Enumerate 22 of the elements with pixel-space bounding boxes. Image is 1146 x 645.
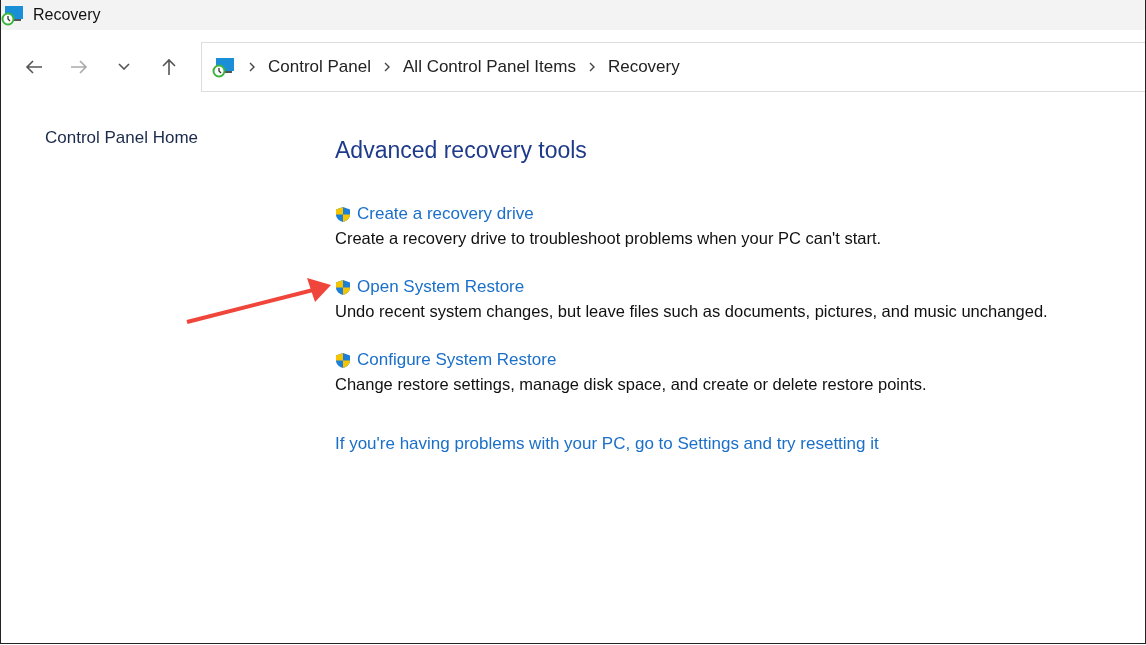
settings-link[interactable]: If you're having problems with your PC, go to Settings and try resetting it — [335, 434, 1048, 454]
address-bar[interactable]: Control Panel All Control Panel Items Recovery — [201, 41, 1145, 92]
shield-icon — [335, 205, 351, 223]
shield-icon — [335, 351, 351, 369]
task-description: Change restore settings, manage disk space, and create or delete restore points. — [335, 375, 928, 394]
chevron-icon — [383, 60, 391, 73]
task-link[interactable]: Create a recovery drive — [357, 204, 534, 224]
task-description: Undo recent system changes, but leave files such as documents, pictures, and music unchanged. — [335, 302, 1048, 321]
task-link[interactable]: Configure System Restore — [357, 350, 557, 370]
shield-icon — [335, 278, 351, 296]
breadcrumb-item[interactable]: Control Panel — [268, 56, 371, 77]
breadcrumb-item[interactable]: All Control Panel Items — [403, 56, 576, 77]
task-link[interactable]: Open System Restore — [357, 277, 525, 297]
breadcrumb-item[interactable]: Recovery — [607, 56, 680, 77]
monitor-clock-icon — [212, 55, 236, 78]
chevron-icon — [248, 60, 256, 73]
sidebar-link[interactable]: Control Panel Home — [45, 128, 199, 147]
chevron-down-icon — [117, 63, 130, 70]
chevron-icon — [587, 60, 596, 73]
task-description: Create a recovery drive to troubleshoot problems when your PC can't start. — [335, 229, 883, 248]
window-title: Recovery — [33, 6, 101, 24]
section-heading: Advanced recovery tools — [335, 137, 588, 164]
